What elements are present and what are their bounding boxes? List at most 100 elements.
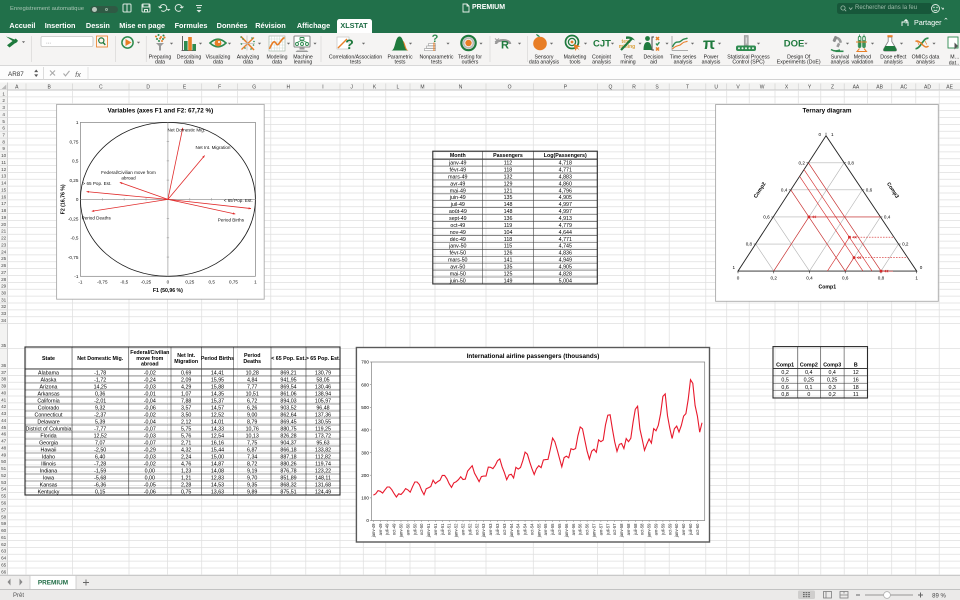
svg-text:Indiana: Indiana: [40, 468, 57, 474]
svg-text:-0,07: -0,07: [144, 440, 156, 446]
svg-text:136: 136: [504, 216, 513, 222]
svg-text:8,79: 8,79: [247, 419, 257, 425]
svg-text:Delaware: Delaware: [37, 419, 59, 425]
svg-text:5,39: 5,39: [95, 419, 105, 425]
svg-text:14,57: 14,57: [211, 405, 224, 411]
svg-text:7,75: 7,75: [247, 440, 257, 446]
svg-text:9,32: 9,32: [95, 405, 105, 411]
svg-text:4,949: 4,949: [559, 258, 572, 264]
svg-text:866,18: 866,18: [280, 447, 296, 453]
svg-text:juin-49: juin-49: [449, 195, 466, 201]
svg-text:3,50: 3,50: [181, 412, 191, 418]
svg-text:Migration: Migration: [174, 359, 198, 365]
svg-text:173,72: 173,72: [315, 433, 331, 439]
svg-text:132: 132: [504, 174, 513, 180]
svg-text:137,36: 137,36: [315, 412, 331, 418]
svg-text:880,75: 880,75: [280, 426, 296, 432]
svg-text:PREMIUM: PREMIUM: [38, 579, 68, 586]
svg-text:148,11: 148,11: [315, 475, 331, 481]
svg-text:Colorado: Colorado: [38, 405, 60, 411]
svg-text:1,07: 1,07: [181, 391, 191, 397]
svg-text:District of Columbia: District of Columbia: [26, 426, 72, 432]
svg-text:4,644: 4,644: [559, 230, 572, 236]
svg-text:4,771: 4,771: [559, 237, 572, 243]
svg-text:0,00: 0,00: [145, 475, 155, 481]
svg-text:-0,02: -0,02: [144, 370, 156, 376]
svg-text:6,26: 6,26: [247, 405, 257, 411]
svg-text:6,40: 6,40: [95, 454, 105, 460]
svg-text:7,07: 7,07: [95, 440, 105, 446]
svg-text:135: 135: [504, 265, 513, 271]
svg-text:121: 121: [504, 188, 513, 194]
svg-text:Deaths: Deaths: [243, 359, 261, 365]
svg-text:mars-50: mars-50: [448, 258, 467, 264]
svg-text:119: 119: [504, 223, 512, 229]
svg-text:4,836: 4,836: [559, 251, 572, 257]
svg-text:8,72: 8,72: [247, 461, 257, 467]
svg-text:12,52: 12,52: [211, 412, 224, 418]
svg-text:-2,50: -2,50: [94, 447, 106, 453]
svg-text:12,52: 12,52: [94, 433, 107, 439]
svg-text:141: 141: [504, 258, 513, 264]
svg-text:148: 148: [504, 209, 513, 215]
svg-text:15,37: 15,37: [211, 398, 224, 404]
svg-text:10,13: 10,13: [246, 433, 259, 439]
svg-text:Prêt: Prêt: [13, 593, 24, 599]
svg-text:-7,77: -7,77: [94, 426, 106, 432]
svg-text:Alabama: Alabama: [38, 370, 59, 376]
svg-text:0,25: 0,25: [827, 378, 837, 384]
svg-text:115: 115: [504, 244, 512, 250]
svg-text:-0,03: -0,03: [144, 384, 156, 390]
svg-text:abroad: abroad: [141, 362, 159, 368]
svg-text:< 65 Pop. Est.: < 65 Pop. Est.: [271, 356, 306, 362]
svg-text:State: State: [42, 356, 55, 362]
svg-text:-5,68: -5,68: [94, 475, 106, 481]
svg-text:0,6: 0,6: [781, 385, 788, 391]
svg-text:876,78: 876,78: [280, 468, 296, 474]
svg-text:130,55: 130,55: [315, 419, 331, 425]
svg-text:869,21: 869,21: [280, 370, 296, 376]
svg-text:-2,01: -2,01: [94, 398, 106, 404]
svg-text:14,33: 14,33: [211, 426, 224, 432]
svg-text:14,25: 14,25: [94, 384, 107, 390]
svg-text:Florida: Florida: [40, 433, 56, 439]
svg-text:4,29: 4,29: [181, 384, 191, 390]
svg-text:12: 12: [853, 370, 859, 376]
svg-text:16,16: 16,16: [211, 440, 224, 446]
svg-text:14,53: 14,53: [211, 482, 224, 488]
svg-text:California: California: [37, 398, 59, 404]
svg-text:-0,24: -0,24: [144, 377, 156, 383]
svg-text:4,905: 4,905: [559, 265, 572, 271]
svg-text:avr-49: avr-49: [450, 181, 465, 187]
svg-text:126: 126: [504, 251, 513, 257]
svg-text:4,84: 4,84: [247, 377, 257, 383]
svg-text:10,76: 10,76: [246, 426, 259, 432]
svg-text:0,1: 0,1: [805, 385, 812, 391]
svg-text:0,5: 0,5: [781, 378, 788, 384]
svg-text:7,34: 7,34: [247, 454, 257, 460]
svg-text:-0,29: -0,29: [144, 447, 156, 453]
svg-text:9,00: 9,00: [247, 412, 257, 418]
svg-text:0,4: 0,4: [829, 370, 836, 376]
svg-text:15,00: 15,00: [211, 454, 224, 460]
svg-text:123,22: 123,22: [315, 468, 331, 474]
svg-text:851,89: 851,89: [280, 475, 296, 481]
svg-text:138,94: 138,94: [315, 391, 331, 397]
svg-text:0,69: 0,69: [181, 370, 191, 376]
svg-text:déc-49: déc-49: [450, 237, 466, 243]
svg-text:Iowa: Iowa: [43, 475, 54, 481]
svg-text:118: 118: [504, 168, 512, 174]
svg-text:oct-49: oct-49: [450, 223, 465, 229]
svg-text:6,87: 6,87: [247, 447, 257, 453]
svg-text:125: 125: [504, 271, 513, 277]
svg-text:B: B: [854, 362, 858, 368]
svg-text:Arizona: Arizona: [40, 384, 58, 390]
svg-text:4,913: 4,913: [559, 216, 572, 222]
svg-text:112,82: 112,82: [315, 454, 331, 460]
svg-text:58,05: 58,05: [316, 377, 329, 383]
svg-text:880,26: 880,26: [280, 461, 296, 467]
svg-text:7,77: 7,77: [247, 384, 257, 390]
svg-text:févr-49: févr-49: [450, 168, 467, 174]
svg-text:9,19: 9,19: [247, 468, 257, 474]
svg-text:9,70: 9,70: [247, 475, 257, 481]
